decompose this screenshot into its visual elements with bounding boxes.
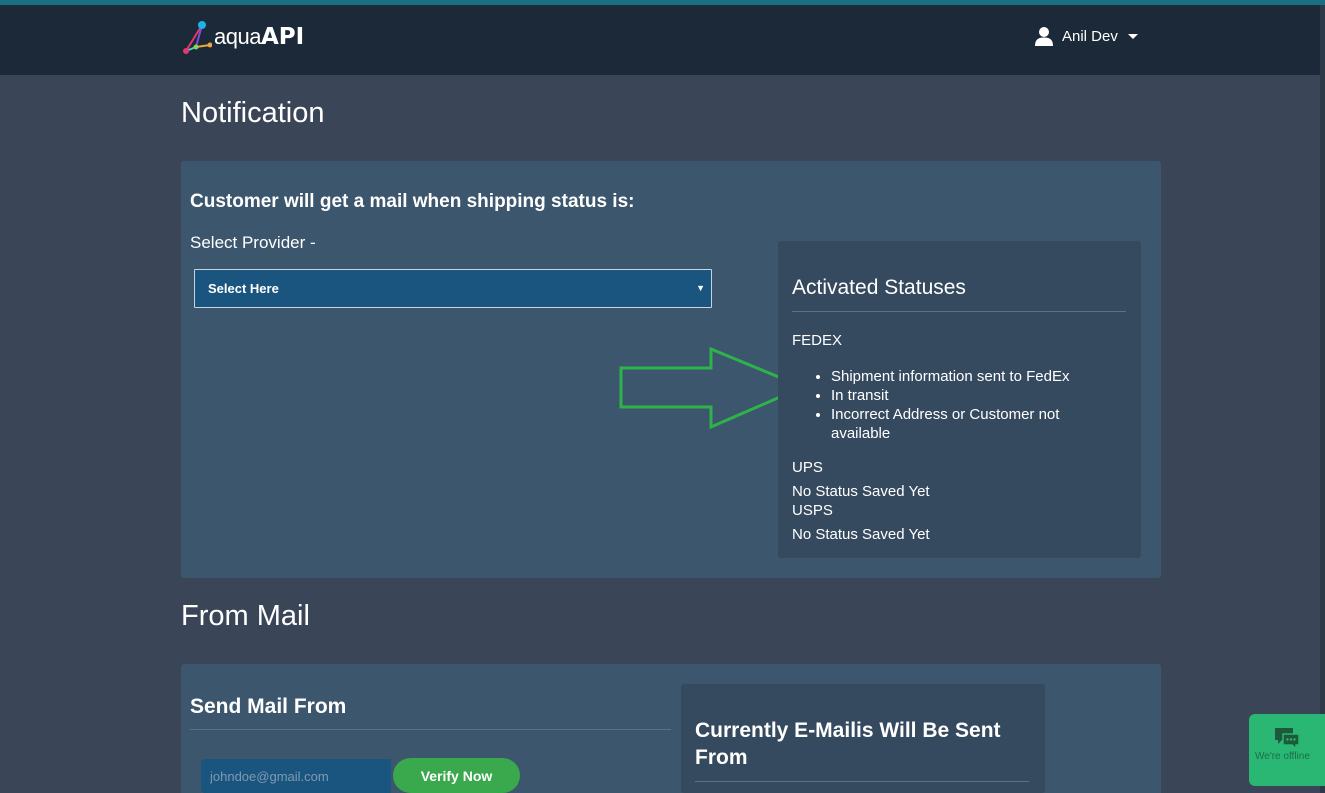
select-provider-label: Select Provider -	[190, 233, 316, 252]
list-item: Incorrect Address or Customer not availa…	[831, 405, 1111, 443]
usps-empty-status: No Status Saved Yet	[792, 526, 930, 543]
user-name: Anil Dev	[1062, 27, 1118, 45]
ups-empty-status: No Status Saved Yet	[792, 483, 930, 500]
chat-status-text: We're offline	[1255, 751, 1310, 762]
email-input[interactable]	[201, 759, 391, 793]
carrier-fedex: FEDEX	[792, 332, 843, 349]
from-mail-heading: From Mail	[181, 600, 310, 632]
logo-text-prefix: aqua	[214, 24, 261, 49]
current-sender-title: Currently E-Mailis Will Be Sent From	[695, 719, 1001, 769]
list-item: In transit	[831, 386, 1111, 405]
notification-heading: Notification	[181, 97, 325, 129]
activated-statuses-title: Activated Statuses	[792, 276, 966, 299]
logo-text-suffix: API	[260, 24, 305, 50]
user-icon	[1035, 27, 1053, 46]
chevron-down-icon	[1127, 33, 1138, 39]
chat-bubbles-icon	[1275, 728, 1300, 750]
verify-now-button[interactable]: Verify Now	[393, 758, 520, 793]
carrier-usps: USPS	[792, 502, 833, 519]
divider	[792, 311, 1126, 312]
divider	[190, 729, 671, 730]
divider	[695, 781, 1029, 782]
current-sender-box: Currently E-Mailis Will Be Sent From	[681, 684, 1045, 793]
carrier-ups: UPS	[792, 459, 823, 476]
user-menu[interactable]: Anil Dev	[1034, 24, 1138, 48]
scrollbar-track[interactable]	[1320, 5, 1325, 793]
logo-mark-icon	[183, 21, 212, 54]
provider-select-value: Select Here	[208, 281, 279, 296]
logo[interactable]: aqua API	[182, 17, 304, 57]
send-mail-from-title: Send Mail From	[190, 695, 347, 718]
list-item: Shipment information sent to FedEx	[831, 367, 1111, 386]
chat-widget[interactable]: We're offline	[1249, 714, 1325, 786]
activated-statuses-box: Activated Statuses FEDEX Shipment inform…	[778, 241, 1141, 558]
dropdown-arrow-icon: ▼	[696, 283, 705, 293]
fedex-status-list: Shipment information sent to FedEx In tr…	[831, 367, 1111, 443]
notification-panel-title: Customer will get a mail when shipping s…	[190, 191, 635, 212]
navbar: aqua API Anil Dev	[0, 5, 1320, 75]
provider-select[interactable]: Select Here ▼	[194, 269, 712, 308]
